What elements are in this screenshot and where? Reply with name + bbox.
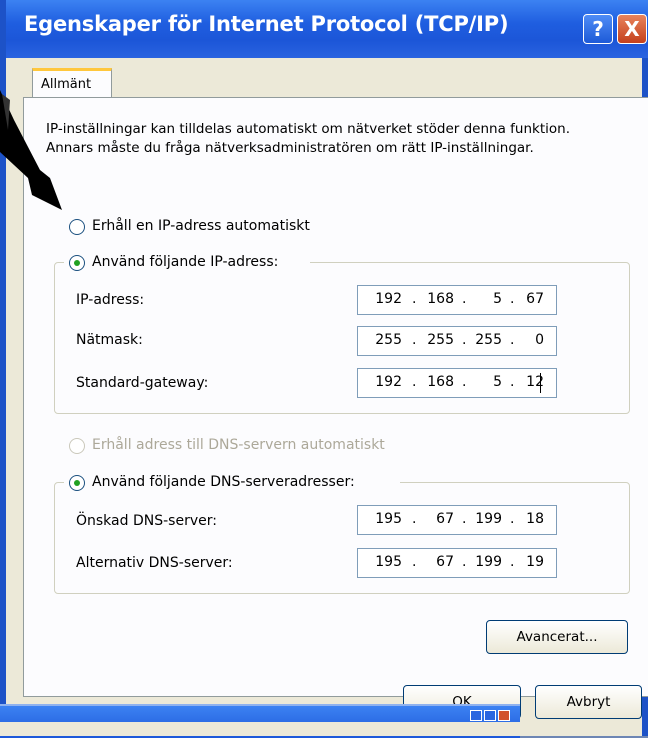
ip-address-field[interactable]: 192 . 168 . 5 . 67 xyxy=(357,285,557,315)
octet-dot: . xyxy=(462,511,467,527)
minimize-icon xyxy=(470,710,482,721)
dns1-octet-3: 199 xyxy=(475,511,502,527)
octet-dot: . xyxy=(510,374,515,390)
dns1-octet-1: 195 xyxy=(375,511,402,527)
subnet-mask-label: Nätmask: xyxy=(76,332,143,348)
default-gateway-label: Standard-gateway: xyxy=(76,375,209,391)
close-button[interactable]: X xyxy=(617,14,647,44)
mask-octet-4: 0 xyxy=(535,332,544,348)
alternate-dns-field[interactable]: 195 . 67 . 199 . 19 xyxy=(357,548,557,578)
pointer-arrow-icon xyxy=(0,90,62,210)
description-text: IP-inställningar kan tilldelas automatis… xyxy=(46,121,570,156)
gw-octet-1: 192 xyxy=(375,374,402,390)
radio-dns-auto[interactable] xyxy=(69,438,85,454)
radio-ip-auto[interactable] xyxy=(69,219,85,235)
ip-octet-1: 192 xyxy=(375,291,402,307)
radio-dns-manual[interactable] xyxy=(69,475,85,491)
mask-octet-3: 255 xyxy=(475,332,502,348)
ip-octet-2: 168 xyxy=(427,291,454,307)
radio-ip-manual-label[interactable]: Använd följande IP-adress: xyxy=(92,254,278,270)
close-icon xyxy=(498,710,510,721)
maximize-icon xyxy=(484,710,496,721)
preferred-dns-field[interactable]: 195 . 67 . 199 . 18 xyxy=(357,505,557,535)
mask-octet-1: 255 xyxy=(375,332,402,348)
octet-dot: . xyxy=(462,291,467,307)
dns1-octet-2: 67 xyxy=(436,511,454,527)
octet-dot: . xyxy=(462,554,467,570)
mask-octet-2: 255 xyxy=(427,332,454,348)
octet-dot: . xyxy=(510,554,515,570)
subnet-mask-field[interactable]: 255 . 255 . 255 . 0 xyxy=(357,326,557,356)
dns2-octet-1: 195 xyxy=(375,554,402,570)
octet-dot: . xyxy=(510,511,515,527)
default-gateway-field[interactable]: 192 . 168 . 5 . 12 xyxy=(357,368,557,398)
ip-octet-4: 67 xyxy=(526,291,544,307)
title-bar[interactable]: Egenskaper för Internet Protocol (TCP/IP… xyxy=(6,0,648,58)
octet-dot: . xyxy=(510,291,515,307)
ip-address-label: IP-adress: xyxy=(76,292,145,308)
background-window-body xyxy=(0,722,520,736)
ip-octet-3: 5 xyxy=(493,291,502,307)
octet-dot: . xyxy=(462,374,467,390)
gw-octet-2: 168 xyxy=(427,374,454,390)
radio-dns-auto-label[interactable]: Erhåll adress till DNS-servern automatis… xyxy=(92,437,385,453)
text-cursor xyxy=(540,373,541,393)
dns1-octet-4: 18 xyxy=(526,511,544,527)
window-title: Egenskaper för Internet Protocol (TCP/IP… xyxy=(24,12,509,36)
radio-dns-manual-label[interactable]: Använd följande DNS-serveradresser: xyxy=(92,474,355,490)
octet-dot: . xyxy=(510,332,515,348)
octet-dot: . xyxy=(462,332,467,348)
dns2-octet-3: 199 xyxy=(475,554,502,570)
advanced-button[interactable]: Avancerat... xyxy=(486,620,628,654)
help-button[interactable]: ? xyxy=(583,14,613,44)
tcpip-properties-dialog: Egenskaper för Internet Protocol (TCP/IP… xyxy=(0,0,648,736)
preferred-dns-label: Önskad DNS-server: xyxy=(76,513,217,529)
alternate-dns-label: Alternativ DNS-server: xyxy=(76,555,233,571)
cancel-button[interactable]: Avbryt xyxy=(535,685,642,719)
dns2-octet-2: 67 xyxy=(436,554,454,570)
dns2-octet-4: 19 xyxy=(526,554,544,570)
radio-ip-auto-label[interactable]: Erhåll en IP-adress automatiskt xyxy=(92,218,310,234)
gw-octet-3: 5 xyxy=(493,374,502,390)
radio-ip-manual[interactable] xyxy=(69,255,85,271)
